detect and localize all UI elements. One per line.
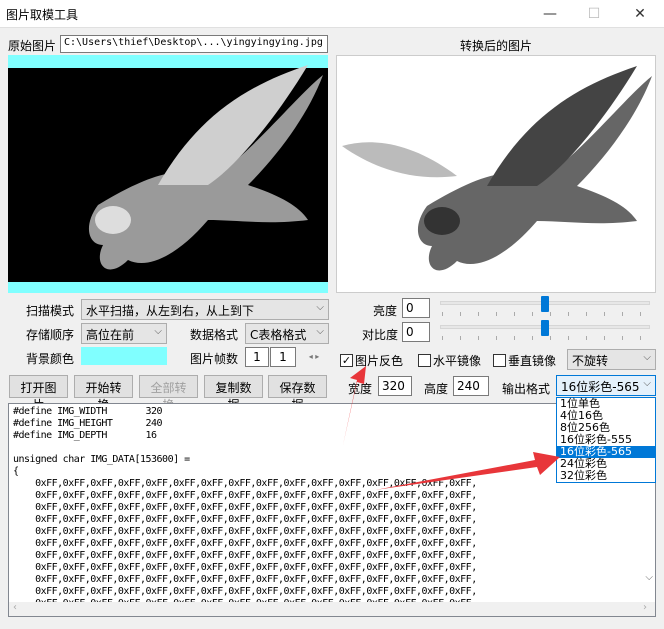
code-line: 0xFF,0xFF,0xFF,0xFF,0xFF,0xFF,0xFF,0xFF,… [13, 538, 477, 549]
source-image-label: 原始图片 [8, 39, 57, 53]
checkbox-icon [418, 354, 431, 367]
output-format-select[interactable]: 16位彩色-565 ⌵ [556, 375, 656, 396]
window-title: 图片取模工具 [6, 8, 79, 22]
data-format-value: C表格格式 [250, 328, 307, 342]
chevron-down-icon: ⌵ [316, 302, 324, 313]
scan-mode-select[interactable]: 水平扫描，从左到右，从上到下 ⌵ [81, 299, 329, 320]
convert-all-button: 全部转换 [139, 375, 198, 412]
code-line: 0xFF,0xFF,0xFF,0xFF,0xFF,0xFF,0xFF,0xFF,… [13, 490, 477, 501]
code-line: 0xFF,0xFF,0xFF,0xFF,0xFF,0xFF,0xFF,0xFF,… [13, 550, 477, 561]
chevron-down-icon: ⌵ [316, 326, 324, 337]
width-field[interactable]: 320 [378, 376, 412, 396]
title-bar: 图片取模工具 — ☐ ✕ [0, 0, 664, 28]
frame-count-field[interactable]: 1 [270, 347, 296, 367]
rotate-value: 不旋转 [572, 354, 609, 368]
chevron-down-icon: ⌵ [643, 378, 651, 389]
checkbox-icon [493, 354, 506, 367]
output-format-value: 16位彩色-565 [561, 380, 640, 394]
store-order-select[interactable]: 高位在前 ⌵ [81, 323, 167, 344]
horizontal-scrollbar[interactable]: ‹ › [9, 602, 655, 616]
output-format-dropdown-list[interactable]: 1位单色 4位16色 8位256色 16位彩色-555 16位彩色-565 24位彩色 32… [556, 397, 656, 483]
converted-image-preview [336, 55, 656, 293]
code-line: 0xFF,0xFF,0xFF,0xFF,0xFF,0xFF,0xFF,0xFF,… [13, 526, 477, 537]
store-order-value: 高位在前 [86, 328, 135, 342]
code-line: 0xFF,0xFF,0xFF,0xFF,0xFF,0xFF,0xFF,0xFF,… [13, 514, 477, 525]
bg-color-label: 背景颜色 [26, 352, 75, 366]
chevron-down-icon: ⌵ [643, 352, 651, 363]
hmirror-checkbox[interactable]: 水平镜像 [418, 352, 481, 369]
vmirror-checkbox[interactable]: 垂直镜像 [493, 352, 556, 369]
code-line: 0xFF,0xFF,0xFF,0xFF,0xFF,0xFF,0xFF,0xFF,… [13, 562, 477, 573]
output-format-label: 输出格式 [502, 382, 551, 396]
brightness-field[interactable]: 0 [402, 298, 430, 318]
checkbox-icon: ✓ [340, 354, 353, 367]
chevron-down-icon: ⌵ [154, 326, 162, 337]
converted-image-label: 转换后的图片 [460, 39, 533, 53]
invert-checkbox[interactable]: ✓ 图片反色 [340, 352, 403, 369]
eagle-image [8, 65, 328, 282]
slider-thumb[interactable] [541, 296, 549, 312]
brightness-label: 亮度 [373, 304, 398, 318]
scan-mode-value: 水平扫描，从左到右，从上到下 [86, 304, 255, 318]
open-image-button[interactable]: 打开图片 [9, 375, 68, 412]
contrast-field[interactable]: 0 [402, 322, 430, 342]
dropdown-option[interactable]: 32位彩色 [557, 470, 655, 482]
vmirror-label: 垂直镜像 [508, 354, 557, 368]
height-field[interactable]: 240 [453, 376, 489, 396]
source-path-field[interactable]: C:\Users\thief\Desktop\...\yingyingying.… [60, 35, 328, 53]
store-order-label: 存储顺序 [26, 328, 75, 342]
close-button[interactable]: ✕ [630, 4, 650, 24]
invert-label: 图片反色 [355, 354, 404, 368]
scroll-down-icon[interactable]: ⌵ [645, 572, 653, 583]
data-format-label: 数据格式 [190, 328, 239, 342]
maximize-button[interactable]: ☐ [584, 4, 604, 24]
scroll-right-icon[interactable]: › [643, 602, 647, 613]
frame-spinner[interactable]: ◂ ▸ [300, 348, 328, 366]
code-line: 0xFF,0xFF,0xFF,0xFF,0xFF,0xFF,0xFF,0xFF,… [13, 586, 477, 597]
rotate-select[interactable]: 不旋转 ⌵ [567, 349, 656, 370]
contrast-label: 对比度 [362, 328, 399, 342]
start-convert-button[interactable]: 开始转换 [74, 375, 133, 412]
scroll-left-icon[interactable]: ‹ [13, 602, 17, 613]
copy-data-button[interactable]: 复制数据 [204, 375, 263, 412]
bg-color-swatch[interactable] [81, 347, 167, 365]
hmirror-label: 水平镜像 [433, 354, 482, 368]
height-label: 高度 [424, 382, 449, 396]
save-data-button[interactable]: 保存数据 [268, 375, 327, 412]
width-label: 宽度 [348, 382, 373, 396]
inverted-eagle-image [342, 66, 652, 271]
minimize-button[interactable]: — [540, 4, 560, 24]
code-line: 0xFF,0xFF,0xFF,0xFF,0xFF,0xFF,0xFF,0xFF,… [13, 502, 477, 513]
source-image-preview [8, 55, 328, 293]
scan-mode-label: 扫描模式 [26, 304, 75, 318]
data-format-select[interactable]: C表格格式 ⌵ [245, 323, 329, 344]
brightness-slider[interactable] [440, 296, 650, 318]
slider-thumb[interactable] [541, 320, 549, 336]
frame-index-field[interactable]: 1 [245, 347, 269, 367]
code-line: 0xFF,0xFF,0xFF,0xFF,0xFF,0xFF,0xFF,0xFF,… [13, 574, 477, 585]
contrast-slider[interactable] [440, 320, 650, 342]
frames-label: 图片帧数 [190, 352, 239, 366]
